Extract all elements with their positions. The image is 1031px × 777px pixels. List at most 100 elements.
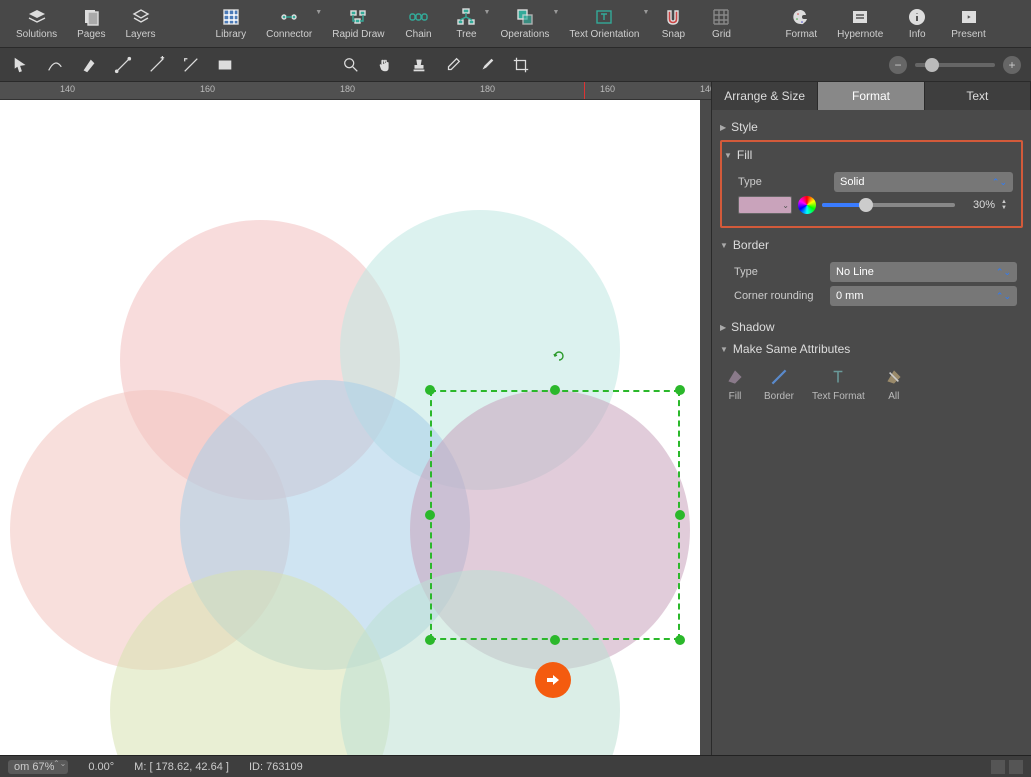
rect-tool[interactable]: [214, 54, 236, 76]
toolbar-label: Hypernote: [837, 29, 883, 40]
dropper-tool[interactable]: [442, 54, 464, 76]
grid-icon: [221, 7, 241, 27]
toolbar-hypernote[interactable]: Hypernote: [827, 5, 893, 42]
resize-handle[interactable]: [675, 635, 685, 645]
toolbar-label: Text Orientation: [569, 29, 639, 40]
arrow-tool[interactable]: [10, 54, 32, 76]
section-fill: ▼Fill Type Solid⌃⌄ ⌄ 30% ▲▼: [720, 140, 1023, 228]
resize-handle[interactable]: [425, 635, 435, 645]
ruler-tick: 160: [600, 84, 615, 94]
toolbar-label: Format: [785, 29, 817, 40]
toolbar-present[interactable]: Present: [941, 5, 995, 42]
toolbar-chain[interactable]: Chain: [394, 5, 442, 42]
main-toolbar: SolutionsPages Layers LibraryConnector▼Rap…: [0, 0, 1031, 48]
info-icon: [907, 7, 927, 27]
zoom-out[interactable]: −: [889, 56, 907, 74]
selection-bounds[interactable]: [430, 390, 680, 640]
canvas[interactable]: [0, 100, 700, 755]
tab-arrange[interactable]: Arrange & Size: [712, 82, 818, 110]
same-text-button[interactable]: Text Format: [812, 366, 865, 402]
toolbar-solutions[interactable]: Solutions: [6, 5, 67, 42]
same-attr-label: Make Same Attributes: [733, 342, 850, 356]
fill-color-swatch[interactable]: ⌄: [738, 196, 792, 214]
opacity-slider[interactable]: [822, 203, 955, 207]
ruler-tick: 180: [340, 84, 355, 94]
color-wheel-icon[interactable]: [798, 196, 816, 214]
border-label: Border: [733, 238, 769, 252]
border-type-label: Type: [734, 266, 824, 278]
edit-tool[interactable]: [180, 54, 202, 76]
tree-icon: [456, 7, 476, 27]
status-bar: om 67% 0.00° M: [ 178.62, 42.64 ] ID: 76…: [0, 755, 1031, 777]
guide-line[interactable]: [584, 82, 585, 99]
ruler-tick: 140: [60, 84, 75, 94]
resize-handle[interactable]: [550, 385, 560, 395]
resize-handle[interactable]: [550, 635, 560, 645]
note-icon: [850, 7, 870, 27]
corner-rounding-select[interactable]: 0 mm⌃⌄: [830, 286, 1017, 306]
shadow-header[interactable]: ▶Shadow: [720, 316, 1023, 338]
toolbar-operations[interactable]: Operations▼: [490, 5, 559, 42]
ruler-tick: 140: [700, 84, 711, 94]
ops-icon: [515, 7, 535, 27]
rotate-handle[interactable]: [553, 350, 565, 362]
magnet-icon: [663, 7, 683, 27]
toolbar-label: Layers: [126, 29, 156, 40]
toolbar-label: Operations: [500, 29, 549, 40]
resize-handle[interactable]: [425, 385, 435, 395]
properties-panel: Arrange & Size Format Text ▶Style ▼Fill …: [711, 82, 1031, 755]
toolbar-grid[interactable]: Grid: [697, 5, 745, 42]
brush-tool[interactable]: [476, 54, 498, 76]
same-fill-button[interactable]: Fill: [724, 366, 746, 402]
same-attr-header[interactable]: ▼Make Same Attributes: [720, 338, 1023, 360]
toolbar-snap[interactable]: Snap: [649, 5, 697, 42]
zoom-slider[interactable]: − +: [889, 56, 1021, 74]
canvas-viewport[interactable]: [0, 100, 711, 755]
search-tool[interactable]: [340, 54, 362, 76]
section-style[interactable]: ▶Style: [720, 116, 1023, 138]
stamp-tool[interactable]: [408, 54, 430, 76]
same-all-button[interactable]: All: [883, 366, 905, 402]
layers-icon: [131, 7, 151, 27]
rapid-icon: [348, 7, 368, 27]
zoom-dropdown[interactable]: om 67%: [8, 760, 68, 774]
curve-tool[interactable]: [44, 54, 66, 76]
toolbar-format[interactable]: Format: [775, 5, 827, 42]
hand-tool[interactable]: [374, 54, 396, 76]
fill-type-select[interactable]: Solid⌃⌄: [834, 172, 1013, 192]
pen-tool[interactable]: [78, 54, 100, 76]
smart-connector-icon[interactable]: [535, 662, 571, 698]
tab-text[interactable]: Text: [925, 82, 1031, 110]
line-tool[interactable]: [112, 54, 134, 76]
status-icon-1[interactable]: [991, 760, 1005, 774]
toolbar-info[interactable]: Info: [893, 5, 941, 42]
zoom-in[interactable]: +: [1003, 56, 1021, 74]
add-point-tool[interactable]: [146, 54, 168, 76]
resize-handle[interactable]: [675, 510, 685, 520]
border-header[interactable]: ▼Border: [720, 234, 1023, 256]
tools-toolbar: − +: [0, 48, 1031, 82]
border-type-select[interactable]: No Line⌃⌄: [830, 262, 1017, 282]
toolbar-tree[interactable]: Tree▼: [442, 5, 490, 42]
crop-tool[interactable]: [510, 54, 532, 76]
opacity-stepper[interactable]: ▲▼: [1001, 199, 1013, 211]
toolbar-layers[interactable]: Layers: [116, 5, 166, 42]
toolbar-label: Grid: [712, 29, 731, 40]
resize-handle[interactable]: [675, 385, 685, 395]
ruler-tick: 160: [200, 84, 215, 94]
status-icon-2[interactable]: [1009, 760, 1023, 774]
same-border-button[interactable]: Border: [764, 366, 794, 402]
toolbar-rapid-draw[interactable]: Rapid Draw: [322, 5, 394, 42]
shadow-label: Shadow: [731, 320, 774, 334]
toolbar-pages[interactable]: Pages: [67, 5, 115, 42]
toolbar-connector[interactable]: Connector▼: [256, 5, 322, 42]
toolbar-text-orientation[interactable]: Text Orientation▼: [559, 5, 649, 42]
layers-stack-icon: [27, 7, 47, 27]
fill-header[interactable]: ▼Fill: [724, 144, 1019, 166]
tab-format[interactable]: Format: [818, 82, 924, 110]
pages-icon: [81, 7, 101, 27]
horizontal-ruler[interactable]: 140160180180160140: [0, 82, 711, 100]
connector-icon: [279, 7, 299, 27]
resize-handle[interactable]: [425, 510, 435, 520]
toolbar-library[interactable]: Library: [206, 5, 257, 42]
